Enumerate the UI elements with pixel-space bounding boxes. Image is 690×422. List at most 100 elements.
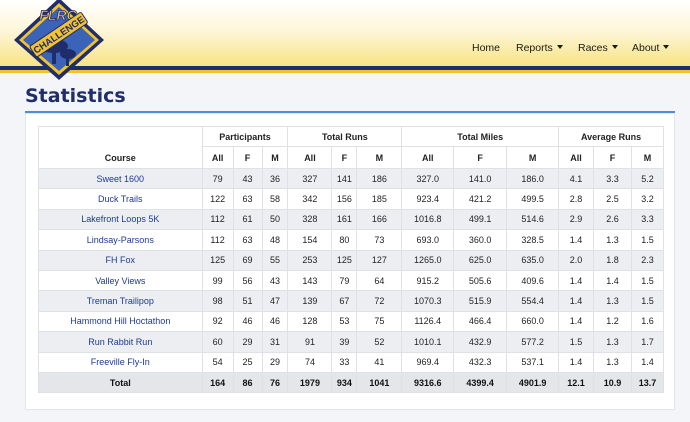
total-cell: 4399.4 [453, 371, 508, 394]
page-title: Statistics [25, 85, 126, 107]
header-m: M [261, 146, 289, 169]
table-cell: 660.0 [506, 310, 560, 333]
table-cell: 3.2 [630, 188, 665, 210]
total-cell: 164 [201, 371, 234, 394]
table-row: Freeville Fly-In 54 25 29 74 33 41 969.4 432.3 53… [38, 351, 665, 373]
table-row: Lindsay-Parsons 112 63 48 154 80 73 693.0 360.0 3… [38, 229, 665, 251]
table-cell: 112 [201, 208, 234, 231]
table-cell: 537.1 [506, 351, 560, 373]
header-participants: Participants [201, 126, 289, 147]
table-row: Lakefront Loops 5K 112 61 50 328 161 166 1016.8… [38, 208, 665, 231]
table-cell: 31 [261, 331, 289, 353]
table-cell: 56 [232, 269, 263, 292]
course-link[interactable]: Treman Trailipop [38, 290, 203, 312]
table-row: Duck Trails 122 63 58 342 156 185 923.4 421.2 499… [38, 188, 665, 210]
table-cell: 432.9 [453, 331, 508, 353]
table-cell: 327.0 [401, 167, 455, 190]
table-cell: 141.0 [453, 167, 508, 190]
table-cell: 1.6 [630, 310, 665, 333]
nav-races-dropdown[interactable]: Races [578, 42, 618, 54]
table-cell: 60 [201, 331, 234, 353]
header-total-miles: Total Miles [401, 126, 560, 147]
chevron-down-icon [663, 45, 670, 49]
table-cell: 29 [261, 351, 289, 373]
table-cell: 112 [201, 229, 234, 251]
total-cell: 13.7 [630, 371, 665, 394]
table-cell: 3.3 [630, 208, 665, 231]
table-cell: 74 [287, 351, 333, 373]
nav-about-dropdown[interactable]: About [632, 42, 670, 54]
table-cell: 50 [261, 208, 289, 231]
header-m: M [630, 146, 665, 169]
table-cell: 127 [356, 249, 403, 271]
nav-reports-label: Reports [516, 42, 553, 54]
total-cell: 934 [331, 371, 358, 394]
total-cell: 86 [232, 371, 263, 394]
table-cell: 63 [232, 188, 263, 210]
header-all: All [558, 146, 594, 169]
table-cell: 67 [331, 290, 358, 312]
course-link[interactable]: FH Fox [38, 249, 203, 271]
course-link[interactable]: Freeville Fly-In [38, 351, 203, 373]
table-row: FH Fox 125 69 55 253 125 127 1265.0 625.0 635.0 2.… [38, 249, 665, 271]
table-cell: 1010.1 [401, 331, 455, 353]
table-cell: 328.5 [506, 229, 560, 251]
course-link[interactable]: Run Rabbit Run [38, 331, 203, 353]
table-cell: 1070.3 [401, 290, 455, 312]
table-cell: 46 [232, 310, 263, 333]
table-cell: 186 [356, 167, 403, 190]
table-cell: 2.9 [558, 208, 594, 231]
table-cell: 156 [331, 188, 358, 210]
table-cell: 577.2 [506, 331, 560, 353]
table-row: Run Rabbit Run 60 29 31 91 39 52 1010.1 432.9 577… [38, 331, 665, 353]
table-cell: 1.4 [558, 269, 594, 292]
total-cell: 10.9 [593, 371, 632, 394]
table-cell: 1.3 [593, 351, 632, 373]
course-link[interactable]: Lindsay-Parsons [38, 229, 203, 251]
chevron-down-icon [611, 45, 618, 49]
course-link[interactable]: Sweet 1600 [38, 167, 203, 190]
table-cell: 1.3 [593, 331, 632, 353]
flrc-challenge-logo[interactable]: FLRC CHALLENGE [10, 0, 108, 80]
table-cell: 1.3 [593, 290, 632, 312]
table-cell: 79 [201, 167, 234, 190]
table-cell: 125 [331, 249, 358, 271]
course-link[interactable]: Duck Trails [38, 188, 203, 210]
course-link[interactable]: Hammond Hill Hoctathon [38, 310, 203, 333]
nav-about-label: About [632, 42, 660, 54]
course-link[interactable]: Lakefront Loops 5K [38, 208, 203, 231]
table-cell: 33 [331, 351, 358, 373]
table-cell: 25 [232, 351, 263, 373]
table-cell: 43 [232, 167, 263, 190]
table-cell: 39 [331, 331, 358, 353]
course-link[interactable]: Valley Views [38, 269, 203, 292]
header-f: F [331, 146, 358, 169]
table-cell: 79 [331, 269, 358, 292]
table-cell: 1.4 [593, 269, 632, 292]
header-m: M [356, 146, 403, 169]
table-cell: 499.1 [453, 208, 508, 231]
table-cell: 61 [232, 208, 263, 231]
table-cell: 55 [261, 249, 289, 271]
nav-races-label: Races [578, 42, 608, 54]
table-cell: 41 [356, 351, 403, 373]
nav-reports-dropdown[interactable]: Reports [516, 42, 563, 54]
table-cell: 625.0 [453, 249, 508, 271]
nav-home[interactable]: Home [472, 42, 500, 54]
table-cell: 64 [356, 269, 403, 292]
table-cell: 409.6 [506, 269, 560, 292]
table-cell: 342 [287, 188, 333, 210]
table-cell: 161 [331, 208, 358, 231]
table-cell: 54 [201, 351, 234, 373]
table-cell: 1.5 [630, 229, 665, 251]
table-cell: 185 [356, 188, 403, 210]
table-cell: 5.2 [630, 167, 665, 190]
statistics-table-body: Sweet 1600 79 43 36 327 141 186 327.0 141.0 186.0… [38, 167, 665, 394]
table-cell: 923.4 [401, 188, 455, 210]
table-cell: 1.3 [593, 229, 632, 251]
table-cell: 635.0 [506, 249, 560, 271]
table-cell: 63 [232, 229, 263, 251]
table-cell: 58 [261, 188, 289, 210]
header-f: F [593, 146, 632, 169]
table-cell: 48 [261, 229, 289, 251]
